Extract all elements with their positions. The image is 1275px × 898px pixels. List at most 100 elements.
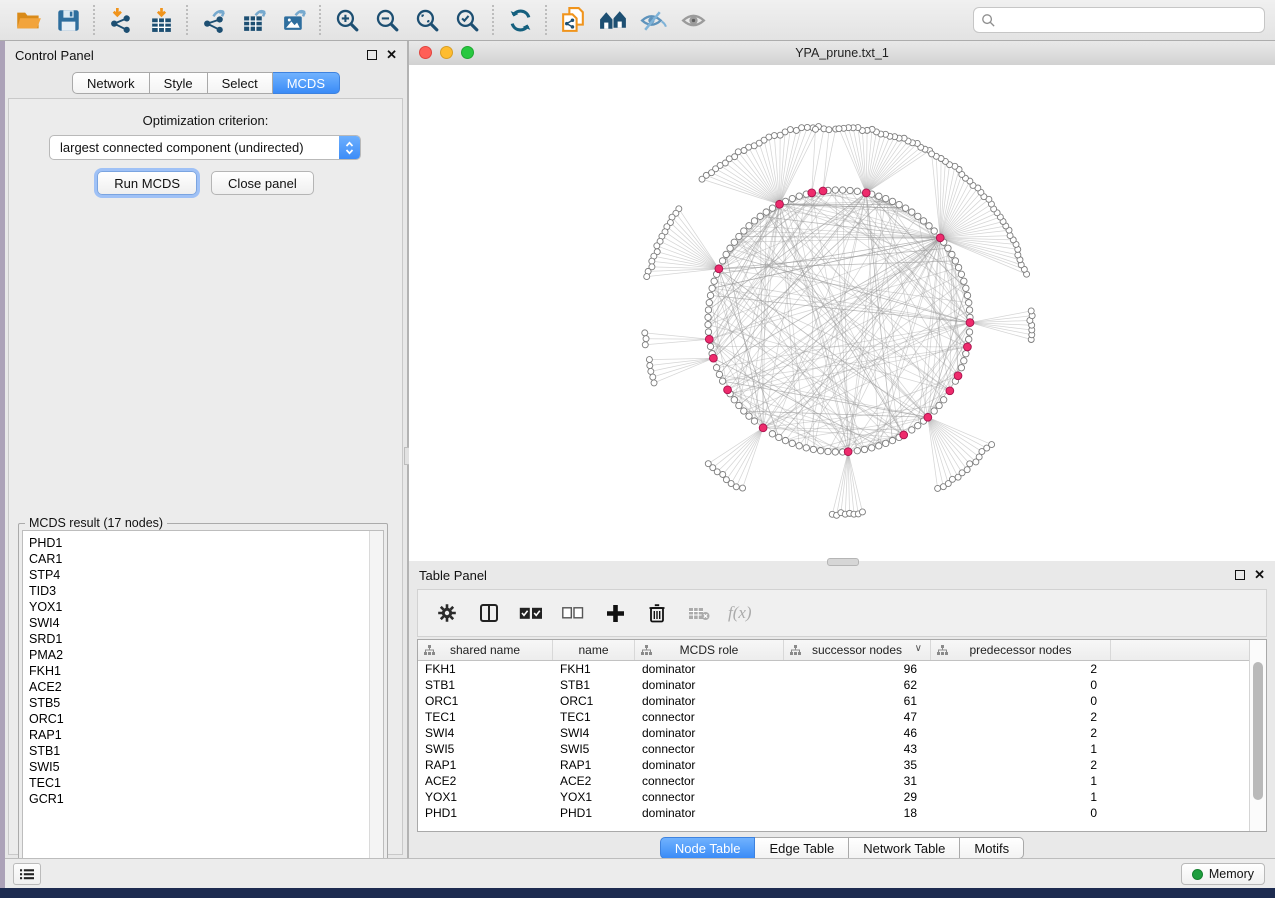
tab-select[interactable]: Select <box>208 72 273 94</box>
import-table-button[interactable] <box>141 3 181 37</box>
close-panel-icon[interactable]: ✕ <box>1254 570 1265 580</box>
ring-node[interactable] <box>769 205 775 211</box>
task-history-button[interactable] <box>13 863 41 885</box>
ring-node[interactable] <box>931 228 937 234</box>
satellite-node[interactable] <box>751 143 757 149</box>
deselect-all-button[interactable] <box>560 600 586 626</box>
ring-node[interactable] <box>705 329 711 335</box>
create-column-button[interactable] <box>602 600 628 626</box>
ring-node[interactable] <box>789 195 795 201</box>
mcds-list-scrollbar[interactable] <box>369 531 383 890</box>
import-network-button[interactable] <box>101 3 141 37</box>
refresh-button[interactable] <box>500 3 540 37</box>
mcds-hub-node[interactable] <box>844 448 852 456</box>
ring-node[interactable] <box>751 418 757 424</box>
satellite-node[interactable] <box>804 124 810 130</box>
satellite-node[interactable] <box>741 147 747 153</box>
satellite-node[interactable] <box>812 126 818 132</box>
mcds-result-item[interactable]: STP4 <box>23 567 369 583</box>
tab-mcds[interactable]: MCDS <box>273 72 340 94</box>
satellite-node[interactable] <box>650 374 656 380</box>
column-header-mcds-role[interactable]: MCDS role <box>635 640 784 660</box>
mcds-hub-node[interactable] <box>709 354 717 362</box>
satellite-node[interactable] <box>929 151 935 157</box>
ring-node[interactable] <box>861 446 867 452</box>
satellite-node[interactable] <box>793 127 799 133</box>
mcds-result-item[interactable]: ACE2 <box>23 679 369 695</box>
ring-node[interactable] <box>706 299 712 305</box>
satellite-node[interactable] <box>699 176 705 182</box>
mcds-hub-node[interactable] <box>705 335 713 343</box>
delete-table-button[interactable] <box>686 600 712 626</box>
ring-node[interactable] <box>966 336 972 342</box>
open-file-button[interactable] <box>8 3 48 37</box>
ring-node[interactable] <box>832 187 838 193</box>
close-panel-icon[interactable]: ✕ <box>386 50 397 60</box>
ring-node[interactable] <box>966 300 972 306</box>
ring-node[interactable] <box>909 209 915 215</box>
ring-node[interactable] <box>915 213 921 219</box>
mcds-result-item[interactable]: TID3 <box>23 583 369 599</box>
table-row[interactable]: ORC1ORC1dominator610 <box>418 693 1266 709</box>
network-window-titlebar[interactable]: YPA_prune.txt_1 <box>409 41 1275 66</box>
mcds-result-item[interactable]: STB1 <box>23 743 369 759</box>
table-settings-button[interactable] <box>434 600 460 626</box>
float-window-icon[interactable] <box>367 50 377 60</box>
mcds-result-item[interactable]: ORC1 <box>23 711 369 727</box>
ring-node[interactable] <box>847 187 853 193</box>
save-button[interactable] <box>48 3 88 37</box>
table-row[interactable]: FKH1FKH1dominator962 <box>418 661 1266 677</box>
ring-node[interactable] <box>961 278 967 284</box>
ring-node[interactable] <box>964 292 970 298</box>
ring-node[interactable] <box>757 213 763 219</box>
ring-node[interactable] <box>940 397 946 403</box>
ring-node[interactable] <box>763 209 769 215</box>
ring-node[interactable] <box>803 445 809 451</box>
tab-motifs[interactable]: Motifs <box>960 837 1024 859</box>
first-neighbors-button[interactable] <box>593 3 633 37</box>
mcds-result-item[interactable]: CAR1 <box>23 551 369 567</box>
satellite-node[interactable] <box>654 243 660 249</box>
copy-network-button[interactable] <box>553 3 593 37</box>
export-network-button[interactable] <box>194 3 234 37</box>
ring-node[interactable] <box>889 437 895 443</box>
satellite-node[interactable] <box>651 380 657 386</box>
table-scrollbar[interactable] <box>1249 640 1266 831</box>
tab-network-table[interactable]: Network Table <box>849 837 960 859</box>
table-row[interactable]: YOX1YOX1connector291 <box>418 789 1266 805</box>
ring-node[interactable] <box>909 427 915 433</box>
ring-node[interactable] <box>963 351 969 357</box>
ring-node[interactable] <box>854 188 860 194</box>
table-row[interactable]: TEC1TEC1connector472 <box>418 709 1266 725</box>
show-all-button[interactable] <box>673 3 713 37</box>
mcds-hub-node[interactable] <box>862 189 870 197</box>
ring-node[interactable] <box>746 223 752 229</box>
ring-node[interactable] <box>817 448 823 454</box>
mcds-hub-node[interactable] <box>966 319 974 327</box>
close-window-icon[interactable] <box>419 46 432 59</box>
mcds-result-item[interactable]: SRD1 <box>23 631 369 647</box>
ring-node[interactable] <box>727 245 733 251</box>
satellite-node[interactable] <box>967 461 973 467</box>
tab-network[interactable]: Network <box>72 72 150 94</box>
mcds-result-item[interactable]: SWI4 <box>23 615 369 631</box>
ring-node[interactable] <box>869 445 875 451</box>
horizontal-splitter-handle[interactable] <box>827 558 859 566</box>
table-row[interactable]: PHD1PHD1dominator180 <box>418 805 1266 821</box>
ring-node[interactable] <box>796 443 802 449</box>
tab-style[interactable]: Style <box>150 72 208 94</box>
mcds-hub-node[interactable] <box>724 386 732 394</box>
mcds-result-item[interactable]: RAP1 <box>23 727 369 743</box>
satellite-node[interactable] <box>733 484 739 490</box>
ring-node[interactable] <box>736 402 742 408</box>
close-panel-button[interactable]: Close panel <box>211 171 314 195</box>
ring-node[interactable] <box>719 258 725 264</box>
mcds-hub-node[interactable] <box>776 200 784 208</box>
ring-node[interactable] <box>741 408 747 414</box>
column-header-predecessor-nodes[interactable]: predecessor nodes <box>931 640 1111 660</box>
table-row[interactable]: ACE2ACE2connector311 <box>418 773 1266 789</box>
ring-node[interactable] <box>966 307 972 313</box>
ring-node[interactable] <box>963 285 969 291</box>
ring-node[interactable] <box>731 239 737 245</box>
maximize-window-icon[interactable] <box>461 46 474 59</box>
